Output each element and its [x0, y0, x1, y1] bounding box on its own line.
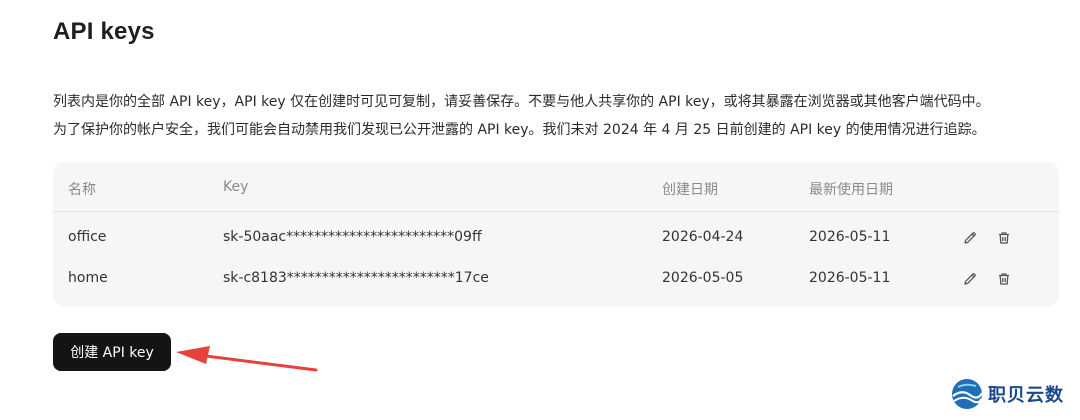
table-row: office sk-50aac************************0… [53, 218, 1059, 258]
api-key-table: 名称 Key 创建日期 最新使用日期 office sk-50aac******… [53, 162, 1059, 306]
trash-icon[interactable] [994, 269, 1014, 289]
page-title: API keys [53, 18, 155, 45]
last-used-date: 2026-05-11 [809, 229, 891, 245]
create-api-key-button[interactable]: 创建 API key [53, 333, 171, 371]
table-header: 名称 Key 创建日期 最新使用日期 [53, 162, 1059, 212]
column-header-last-used: 最新使用日期 [809, 182, 893, 198]
created-date: 2026-05-05 [662, 270, 744, 286]
trash-icon[interactable] [994, 228, 1014, 248]
description-line-2: 为了保护你的帐户安全，我们可能会自动禁用我们发现已公开泄露的 API key。我… [53, 122, 986, 138]
column-header-name: 名称 [68, 182, 96, 198]
table-row: home sk-c8183************************17c… [53, 259, 1059, 299]
column-header-created: 创建日期 [662, 182, 718, 198]
pencil-icon[interactable] [960, 228, 980, 248]
created-date: 2026-04-24 [662, 229, 744, 245]
annotation-arrow [176, 346, 318, 372]
key-value: sk-50aac************************09ff [223, 229, 482, 245]
description: 列表内是你的全部 API key，API key 仅在创建时可见可复制，请妥善保… [53, 88, 1063, 144]
key-name: home [68, 270, 108, 286]
pencil-icon[interactable] [960, 269, 980, 289]
watermark-logo: 职贝云数 [950, 376, 1064, 412]
key-value: sk-c8183************************17ce [223, 270, 489, 286]
last-used-date: 2026-05-11 [809, 270, 891, 286]
key-name: office [68, 229, 107, 245]
description-line-1: 列表内是你的全部 API key，API key 仅在创建时可见可复制，请妥善保… [53, 94, 990, 110]
column-header-key: Key [223, 179, 249, 195]
globe-icon [952, 379, 983, 409]
brand-name: 职贝云数 [988, 385, 1064, 406]
